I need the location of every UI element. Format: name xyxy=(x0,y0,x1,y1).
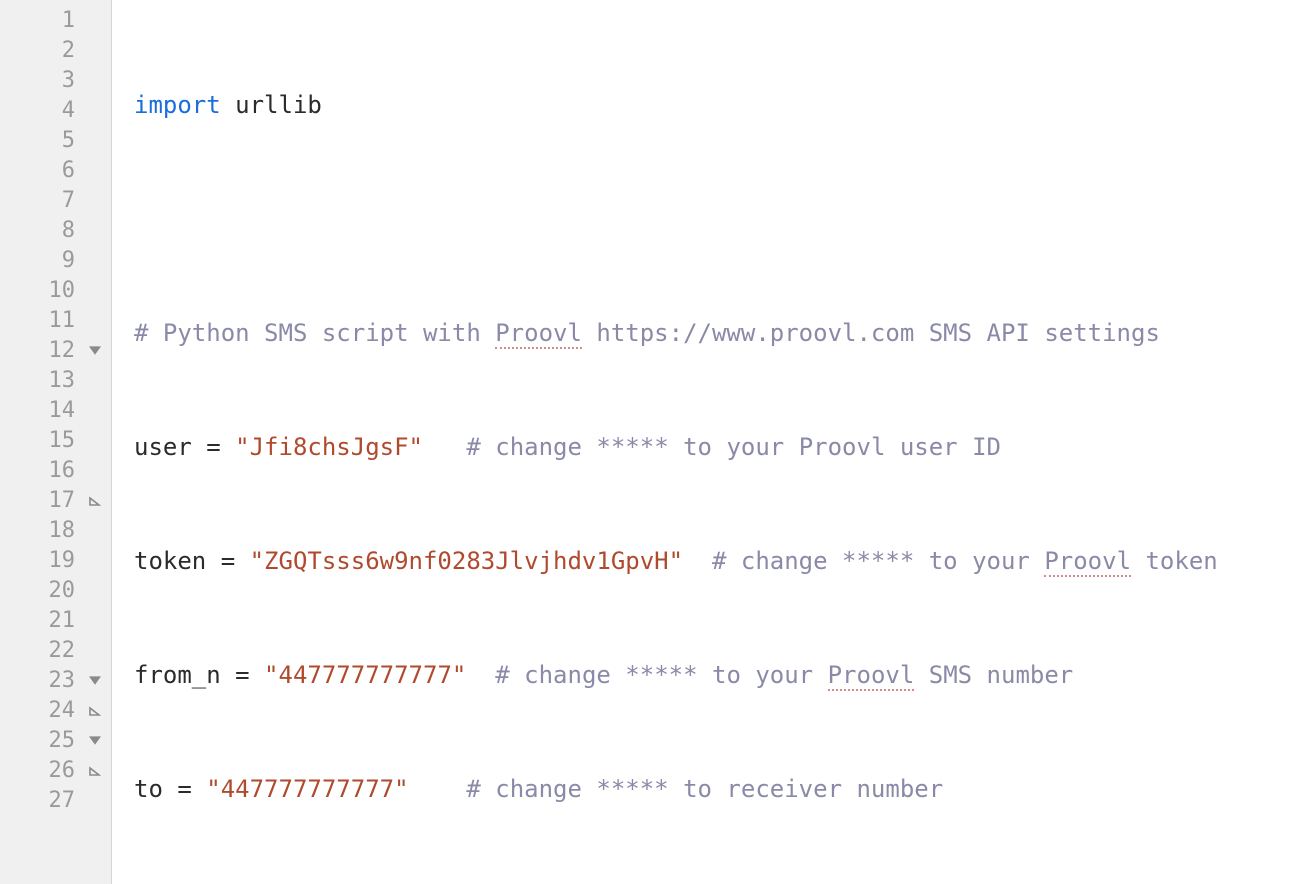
gutter: 1234567891011121314151617181920212223242… xyxy=(0,0,112,884)
line-number[interactable]: 13 xyxy=(0,366,111,396)
code-line[interactable]: to = "447777777777" # change ***** to re… xyxy=(134,774,1314,804)
line-number[interactable]: 16 xyxy=(0,456,111,486)
code-line[interactable]: # Python SMS script with Proovl https://… xyxy=(134,318,1314,348)
comment: # change ***** to your Proovl SMS number xyxy=(495,661,1073,691)
code-line[interactable]: from_n = "447777777777" # change ***** t… xyxy=(134,660,1314,690)
code-area[interactable]: import urllib # Python SMS script with P… xyxy=(112,0,1314,884)
comment: # change ***** to your Proovl token xyxy=(712,547,1218,577)
fold-open-icon[interactable] xyxy=(89,674,103,688)
line-number[interactable]: 22 xyxy=(0,636,111,666)
code-line[interactable]: import urllib xyxy=(134,90,1314,120)
line-number[interactable]: 27 xyxy=(0,786,111,816)
spell-underline: Proovl xyxy=(828,661,915,691)
code-editor: 1234567891011121314151617181920212223242… xyxy=(0,0,1314,884)
line-number[interactable]: 7 xyxy=(0,186,111,216)
code-line[interactable]: token = "ZGQTsss6w9nf0283Jlvjhdv1GpvH" #… xyxy=(134,546,1314,576)
line-number[interactable]: 17 xyxy=(0,486,111,516)
line-number[interactable]: 23 xyxy=(0,666,111,696)
line-number[interactable]: 14 xyxy=(0,396,111,426)
fold-open-icon[interactable] xyxy=(89,344,103,358)
string-literal: "447777777777" xyxy=(206,775,408,803)
line-number[interactable]: 9 xyxy=(0,246,111,276)
line-number[interactable]: 2 xyxy=(0,36,111,66)
comment: # change ***** to your Proovl user ID xyxy=(466,433,1001,461)
code-line[interactable]: user = "Jfi8chsJgsF" # change ***** to y… xyxy=(134,432,1314,462)
line-number[interactable]: 15 xyxy=(0,426,111,456)
line-number[interactable]: 18 xyxy=(0,516,111,546)
fold-close-icon[interactable] xyxy=(89,704,103,718)
line-number[interactable]: 8 xyxy=(0,216,111,246)
line-number[interactable]: 26 xyxy=(0,756,111,786)
fold-open-icon[interactable] xyxy=(89,734,103,748)
line-number[interactable]: 12 xyxy=(0,336,111,366)
code-line[interactable] xyxy=(134,204,1314,234)
comment: # Python SMS script with Proovl https://… xyxy=(134,319,1160,349)
line-number[interactable]: 4 xyxy=(0,96,111,126)
string-literal: "ZGQTsss6w9nf0283Jlvjhdv1GpvH" xyxy=(250,547,683,575)
line-number[interactable]: 19 xyxy=(0,546,111,576)
spell-underline: Proovl xyxy=(1044,547,1131,577)
line-number[interactable]: 1 xyxy=(0,6,111,36)
line-number[interactable]: 24 xyxy=(0,696,111,726)
line-number[interactable]: 25 xyxy=(0,726,111,756)
line-number[interactable]: 20 xyxy=(0,576,111,606)
string-literal: "447777777777" xyxy=(264,661,466,689)
line-number[interactable]: 6 xyxy=(0,156,111,186)
line-number[interactable]: 3 xyxy=(0,66,111,96)
line-number[interactable]: 10 xyxy=(0,276,111,306)
fold-close-icon[interactable] xyxy=(89,494,103,508)
string-literal: "Jfi8chsJgsF" xyxy=(235,433,423,461)
comment: # change ***** to receiver number xyxy=(466,775,943,803)
line-number[interactable]: 5 xyxy=(0,126,111,156)
module-urllib: urllib xyxy=(235,91,322,119)
fold-close-icon[interactable] xyxy=(89,764,103,778)
spell-underline: Proovl xyxy=(495,319,582,349)
keyword-import: import xyxy=(134,91,221,119)
line-number[interactable]: 21 xyxy=(0,606,111,636)
line-number[interactable]: 11 xyxy=(0,306,111,336)
